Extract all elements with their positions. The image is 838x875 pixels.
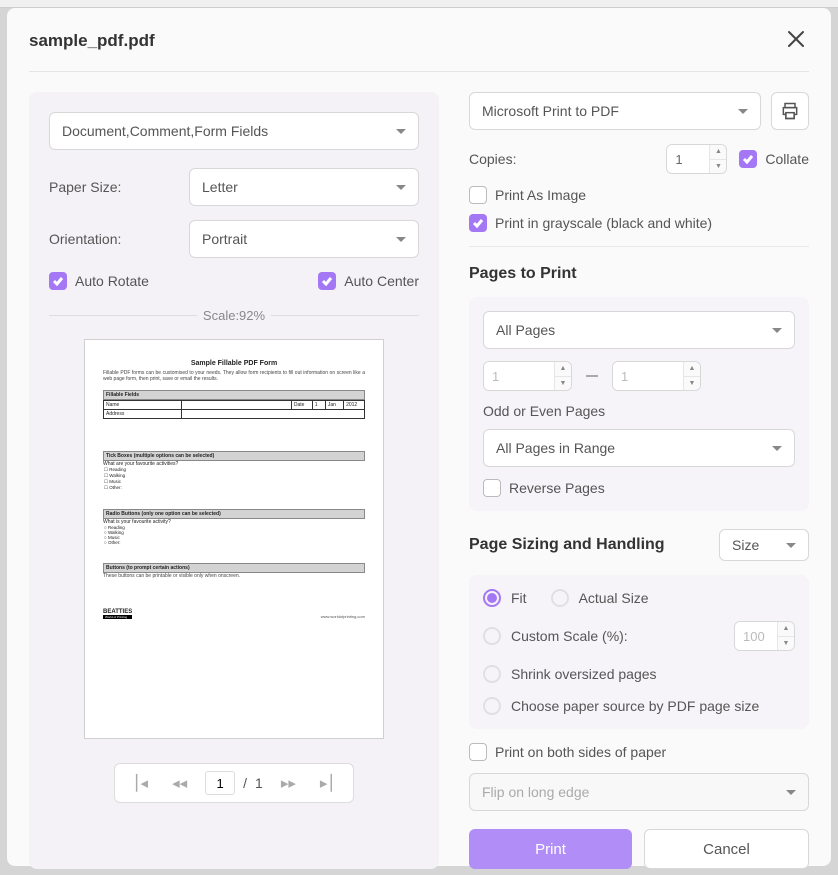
chevron-down-icon xyxy=(772,446,782,451)
page-range-select[interactable]: All Pages xyxy=(483,311,795,349)
pages-to-print-title: Pages to Print xyxy=(469,265,809,283)
grayscale-label: Print in grayscale (black and white) xyxy=(495,215,712,231)
range-from-spinner[interactable]: ▲▼ xyxy=(483,361,572,391)
sizing-title: Page Sizing and Handling xyxy=(469,536,665,554)
preview-panel: Document,Comment,Form Fields Paper Size:… xyxy=(29,92,439,869)
orientation-label: Orientation: xyxy=(49,231,189,247)
close-icon xyxy=(787,30,805,48)
flip-select[interactable]: Flip on long edge xyxy=(469,773,809,811)
pager-last-button[interactable]: ▸⎮ xyxy=(314,770,341,796)
reverse-label: Reverse Pages xyxy=(509,480,605,496)
actual-size-label: Actual Size xyxy=(579,590,649,606)
paper-size-select[interactable]: Letter xyxy=(189,168,419,206)
printer-icon xyxy=(780,101,800,121)
scale-text: Scale:92% xyxy=(203,308,265,323)
grayscale-checkbox[interactable] xyxy=(469,214,487,232)
custom-scale-radio[interactable] xyxy=(483,627,501,645)
close-button[interactable] xyxy=(783,26,809,55)
duplex-checkbox[interactable] xyxy=(469,743,487,761)
actual-size-radio[interactable] xyxy=(551,589,569,607)
shrink-label: Shrink oversized pages xyxy=(511,666,657,682)
custom-scale-spinner[interactable]: ▲▼ xyxy=(734,621,795,651)
print-as-image-label: Print As Image xyxy=(495,187,586,203)
range-dash xyxy=(586,375,598,377)
copies-label: Copies: xyxy=(469,151,516,167)
print-button[interactable]: Print xyxy=(469,829,632,869)
chevron-down-icon xyxy=(396,237,406,242)
pager: ⎮◂ ◂◂ / 1 ▸▸ ▸⎮ xyxy=(114,763,354,803)
sizing-box: Fit Actual Size Custom Scale (%): ▲▼ xyxy=(469,575,809,729)
duplex-label: Print on both sides of paper xyxy=(495,744,666,760)
dialog-header: sample_pdf.pdf xyxy=(29,26,809,72)
printer-select[interactable]: Microsoft Print to PDF xyxy=(469,92,761,130)
pager-next-button[interactable]: ▸▸ xyxy=(275,770,302,796)
chevron-down-icon xyxy=(772,328,782,333)
cancel-button[interactable]: Cancel xyxy=(644,829,809,869)
print-as-image-checkbox[interactable] xyxy=(469,186,487,204)
copies-up-button[interactable]: ▲ xyxy=(710,145,726,160)
orientation-select[interactable]: Portrait xyxy=(189,220,419,258)
collate-label: Collate xyxy=(765,151,809,167)
paper-size-label: Paper Size: xyxy=(49,179,189,195)
fit-radio[interactable] xyxy=(483,589,501,607)
page-preview: Sample Fillable PDF Form Fillable PDF fo… xyxy=(84,339,384,739)
chevron-down-icon xyxy=(786,790,796,795)
fit-label: Fit xyxy=(511,590,527,606)
pager-prev-button[interactable]: ◂◂ xyxy=(166,770,193,796)
auto-rotate-label: Auto Rotate xyxy=(75,273,149,289)
pager-total: 1 xyxy=(255,775,263,791)
choose-paper-label: Choose paper source by PDF page size xyxy=(511,698,759,714)
size-mode-select[interactable]: Size xyxy=(719,529,809,561)
odd-even-label: Odd or Even Pages xyxy=(483,403,795,419)
pages-to-print-box: All Pages ▲▼ ▲▼ Odd or Even Pages All Pa… xyxy=(469,297,809,511)
collate-checkbox[interactable] xyxy=(739,150,757,168)
pager-first-button[interactable]: ⎮◂ xyxy=(127,770,154,796)
shrink-radio[interactable] xyxy=(483,665,501,683)
dialog-title: sample_pdf.pdf xyxy=(29,31,155,51)
auto-center-checkbox[interactable] xyxy=(318,272,336,290)
chevron-down-icon xyxy=(396,185,406,190)
odd-even-select[interactable]: All Pages in Range xyxy=(483,429,795,467)
copies-down-button[interactable]: ▼ xyxy=(710,160,726,174)
content-select[interactable]: Document,Comment,Form Fields xyxy=(49,112,419,150)
copies-spinner[interactable]: ▲▼ xyxy=(666,144,727,174)
reverse-checkbox[interactable] xyxy=(483,479,501,497)
chevron-down-icon xyxy=(786,543,796,548)
auto-rotate-checkbox[interactable] xyxy=(49,272,67,290)
range-to-spinner[interactable]: ▲▼ xyxy=(612,361,701,391)
chevron-down-icon xyxy=(396,129,406,134)
print-dialog: sample_pdf.pdf Document,Comment,Form Fie… xyxy=(7,8,831,866)
printer-properties-button[interactable] xyxy=(771,92,809,130)
settings-panel: Microsoft Print to PDF Copies: ▲▼ Collat… xyxy=(469,92,809,869)
auto-center-label: Auto Center xyxy=(344,273,419,289)
chevron-down-icon xyxy=(738,109,748,114)
choose-paper-radio[interactable] xyxy=(483,697,501,715)
pager-current-input[interactable] xyxy=(205,771,235,795)
custom-scale-label: Custom Scale (%): xyxy=(511,628,628,644)
